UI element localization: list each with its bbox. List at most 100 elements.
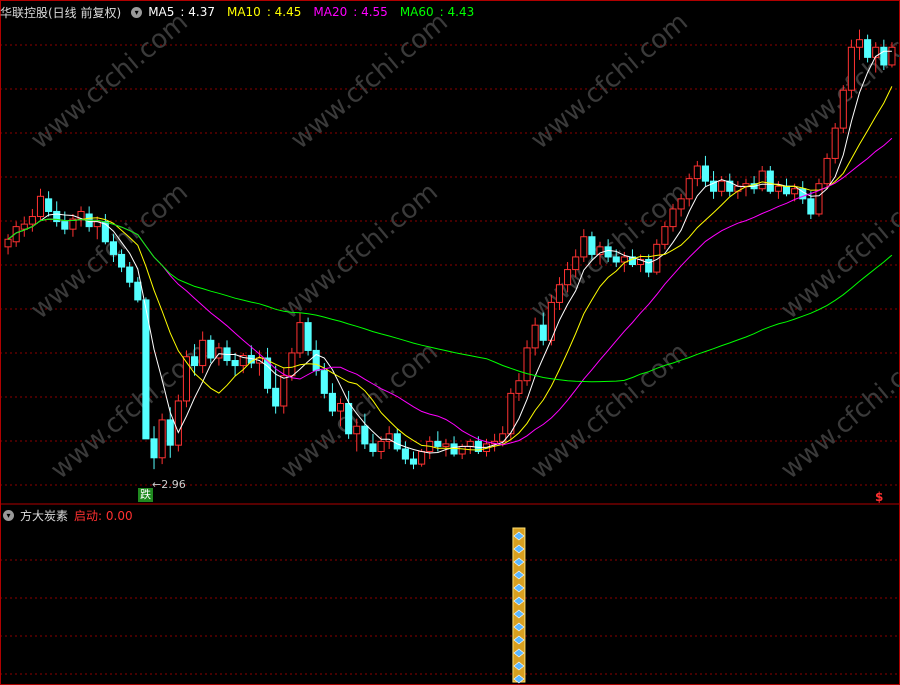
candle-body xyxy=(701,165,709,182)
candle-body xyxy=(304,322,312,351)
low-price-marker: ←2.96 xyxy=(152,478,186,491)
candle-body xyxy=(718,180,726,192)
candle-body xyxy=(855,39,864,48)
chevron-down-icon[interactable]: ▾ xyxy=(131,6,143,18)
candle-body xyxy=(823,157,831,185)
candle-body xyxy=(458,445,466,455)
candle-body xyxy=(182,356,191,402)
candle-body xyxy=(20,223,28,230)
ma10-label: MA10: 4.45 xyxy=(226,5,302,19)
candle-body xyxy=(320,370,328,394)
candle-body xyxy=(839,89,847,129)
candle-body xyxy=(126,266,134,283)
watermark-text: www.cfchi.com xyxy=(285,7,454,155)
candle-body xyxy=(336,402,345,412)
candle-body xyxy=(604,246,612,258)
candle-body xyxy=(207,339,215,359)
candle-body xyxy=(231,360,239,367)
candle-body xyxy=(523,347,531,382)
dollar-mark: $ xyxy=(875,490,884,504)
candle-body xyxy=(791,188,799,195)
candle-body xyxy=(766,170,774,192)
indicator-param: 启动: 0.00 xyxy=(74,508,133,523)
chart-canvas[interactable]: www.cfchi.com www.cfchi.com www.cfchi.com w… xyxy=(0,0,900,685)
candle-body xyxy=(288,352,296,377)
candle-body xyxy=(880,46,888,66)
candle-body xyxy=(28,216,36,225)
candle-body xyxy=(150,438,158,459)
candle-body xyxy=(280,375,288,407)
candle-body xyxy=(888,46,896,66)
candle-body xyxy=(401,448,409,460)
candle-body xyxy=(539,324,547,341)
candle-body xyxy=(442,443,450,447)
candle-body xyxy=(377,440,385,452)
watermark-text: www.cfchi.com xyxy=(775,337,900,485)
indicator-legend: ▾ 方大炭素 启动: 0.00 xyxy=(0,505,139,525)
stock-chart-window: www.cfchi.com www.cfchi.com www.cfchi.com w… xyxy=(0,0,900,685)
window-frame xyxy=(0,0,900,685)
candle-body xyxy=(588,236,596,255)
candle-body xyxy=(109,241,118,255)
candle-body xyxy=(864,39,872,58)
candle-body xyxy=(774,185,782,192)
watermark-text: www.cfchi.com xyxy=(275,177,444,325)
candle-body xyxy=(174,400,182,446)
candle-body xyxy=(807,198,815,215)
candle-body xyxy=(134,281,142,301)
candle-body xyxy=(677,198,685,210)
candle-body xyxy=(328,392,336,412)
candle-body xyxy=(572,256,580,271)
candle-body xyxy=(531,324,539,349)
candle-body xyxy=(45,198,53,212)
candle-body xyxy=(418,450,426,465)
candle-body xyxy=(815,183,823,215)
candle-body xyxy=(191,356,199,367)
candle-body xyxy=(4,238,12,248)
chart-title: 华联控股(日线 前复权) xyxy=(0,5,122,20)
watermark-text: www.cfchi.com xyxy=(525,7,694,155)
candle-body xyxy=(393,433,401,450)
ma20-label: MA20: 4.55 xyxy=(313,5,388,19)
candle-body xyxy=(507,392,515,435)
indicator-title: 方大炭素 xyxy=(20,508,69,523)
candle-body xyxy=(36,195,45,218)
candle-body xyxy=(272,387,280,407)
candle-body xyxy=(831,127,839,159)
main-chart-legend: 华联控股(日线 前复权) ▾ MA5: 4.37 MA10: 4.45 MA20… xyxy=(0,2,486,22)
candle-body xyxy=(466,440,474,447)
candle-body xyxy=(361,425,369,445)
candle-body xyxy=(434,440,442,447)
candle-body xyxy=(296,322,304,354)
candle-body xyxy=(612,256,620,263)
ma5-label: MA5: 4.37 xyxy=(148,5,215,19)
watermark-text: www.cfchi.com xyxy=(25,7,194,155)
candle-body xyxy=(515,380,523,394)
candle-body xyxy=(345,402,353,435)
candle-body xyxy=(353,425,361,435)
candle-body xyxy=(782,185,791,195)
candle-body xyxy=(580,236,588,258)
candle-body xyxy=(758,170,766,190)
signal-tag: 跌 xyxy=(138,488,153,502)
candle-body xyxy=(693,165,701,180)
candle-body xyxy=(661,226,669,245)
candle-body xyxy=(312,349,320,372)
candle-body xyxy=(118,253,126,268)
candle-body xyxy=(61,221,69,230)
candle-body xyxy=(158,419,166,459)
watermark-text: www.cfchi.com xyxy=(525,337,694,485)
candle-body xyxy=(685,178,693,200)
chevron-down-icon[interactable]: ▾ xyxy=(3,509,14,521)
candle-body xyxy=(369,443,377,452)
candle-body xyxy=(199,339,207,367)
candle-body xyxy=(847,46,855,91)
candle-body xyxy=(555,284,564,303)
candle-body xyxy=(166,419,174,446)
candle-body xyxy=(263,357,272,389)
candle-body xyxy=(409,458,418,465)
candle-body xyxy=(564,269,572,286)
candle-body xyxy=(645,258,653,273)
candle-body xyxy=(669,208,677,228)
ma60-label: MA60: 4.43 xyxy=(399,5,475,19)
